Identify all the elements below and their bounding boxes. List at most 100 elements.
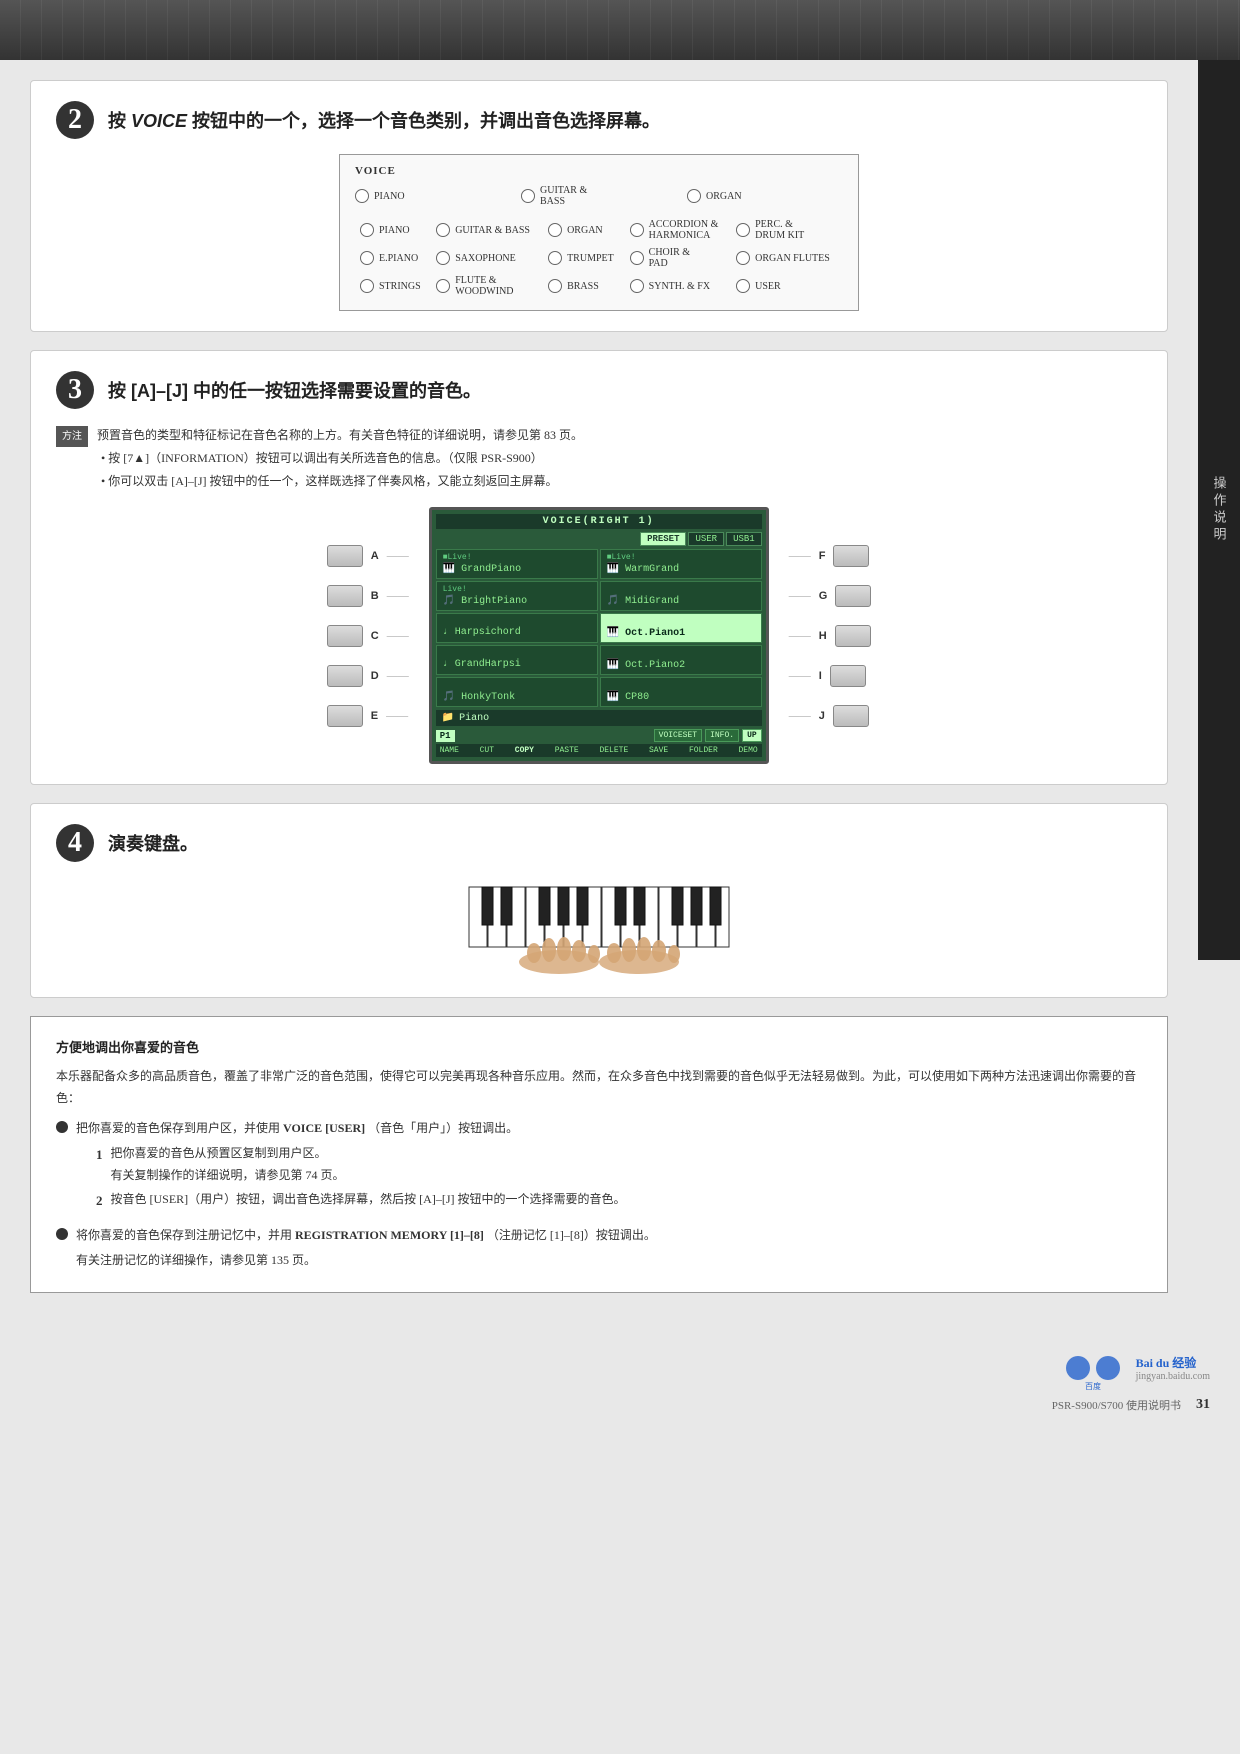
brass-btn[interactable] <box>548 279 562 293</box>
synth-fx-btn[interactable] <box>630 279 644 293</box>
voice-item-saxophone[interactable]: SAXOPHONE <box>436 251 538 265</box>
voice-midi-grand[interactable]: 🎵 MidiGrand <box>600 581 762 611</box>
menu-delete[interactable]: DELETE <box>599 746 628 755</box>
bullet-2-prefix: 将你喜爱的音色保存到注册记忆中，并用 <box>76 1228 295 1242</box>
voice-grand-piano[interactable]: ■Live! 🎹 GrandPiano <box>436 549 598 579</box>
voice-warm-grand[interactable]: ■Live! 🎹 WarmGrand <box>600 549 762 579</box>
bullet-1-suffix: （音色「用户」）按钮调出。 <box>368 1121 518 1135</box>
voice-item-strings[interactable]: STRINGS <box>360 279 426 293</box>
voice-item-organ-flutes[interactable]: ORGAN FLUTES <box>736 251 838 265</box>
menu-save[interactable]: SAVE <box>649 746 668 755</box>
note-text-3: • 你可以双击 [A]–[J] 按钮中的任一个，这样既选择了伴奏风格，又能立刻返… <box>101 474 558 488</box>
voice-item-synth-fx[interactable]: SYNTH. & FX <box>630 279 726 293</box>
voice-item-choir-pad[interactable]: CHOIR &PAD <box>630 247 726 269</box>
voice-item-organ2[interactable]: ORGAN <box>548 223 620 237</box>
voice-grand-harpsi[interactable]: ♩ GrandHarpsi <box>436 645 598 675</box>
organ-label: ORGAN <box>706 191 742 202</box>
bright-piano-name: 🎵 BrightPiano <box>443 596 527 607</box>
voice-item-piano[interactable]: PIANO <box>355 185 511 207</box>
guitar-btn[interactable] <box>436 223 450 237</box>
voice-item-piano2[interactable]: PIANO <box>360 223 426 237</box>
svg-text:百度: 百度 <box>1085 1381 1101 1391</box>
voice-item-accordion-harmonica[interactable]: ACCORDION &HARMONICA <box>630 219 726 241</box>
voice-item-user[interactable]: USER <box>736 279 838 293</box>
voice-honkytonk[interactable]: 🎵 HonkyTonk <box>436 677 598 707</box>
voice-item-epiano[interactable]: E.PIANO <box>360 251 426 265</box>
lcd-screen: VOICE(RIGHT 1) PRESET USER USB1 ■Live! 🎹… <box>429 507 769 764</box>
hw-btn-h[interactable] <box>835 625 871 647</box>
grand-harpsi-name: ♩ GrandHarpsi <box>443 659 521 670</box>
hw-btn-j[interactable] <box>833 705 869 727</box>
organ-flutes-btn[interactable] <box>736 251 750 265</box>
menu-copy[interactable]: COPY <box>515 746 534 755</box>
menu-name[interactable]: NAME <box>440 746 459 755</box>
guitar-bass-btn[interactable] <box>521 189 535 203</box>
hw-btn-g[interactable] <box>835 585 871 607</box>
voice-item-trumpet[interactable]: TRUMPET <box>548 251 620 265</box>
voice-item-perc-drum[interactable]: PERC. &DRUM KIT <box>736 219 838 241</box>
hw-btn-a[interactable] <box>327 545 363 567</box>
note-text-2: • 按 [7▲]（INFORMATION）按钮可以调出有关所选音色的信息。（仅限… <box>101 451 543 465</box>
voiceset-btn[interactable]: VOICESET <box>654 729 702 742</box>
choir-pad-btn[interactable] <box>630 251 644 265</box>
lcd-tabs: PRESET USER USB1 <box>436 532 762 546</box>
cp80-badge <box>607 681 755 690</box>
saxophone-btn[interactable] <box>436 251 450 265</box>
info-intro: 本乐器配备众多的高品质音色，覆盖了非常广泛的音色范围，使得它可以完美再现各种音乐… <box>56 1066 1142 1109</box>
info-btn[interactable]: INFO. <box>705 729 739 742</box>
strings-btn[interactable] <box>360 279 374 293</box>
piano2-btn[interactable] <box>360 223 374 237</box>
lcd-menu-row: NAME CUT COPY PASTE DELETE SAVE FOLDER D… <box>436 744 762 757</box>
hw-btn-b[interactable] <box>327 585 363 607</box>
voice-oct-piano1[interactable]: 🎹 Oct.Piano1 <box>600 613 762 643</box>
section-2-title: 按 VOICE 按钮中的一个，选择一个音色类别，并调出音色选择屏幕。 <box>108 111 660 131</box>
oct-piano2-badge <box>607 649 755 658</box>
keyboard-svg <box>459 877 739 977</box>
user-btn[interactable] <box>736 279 750 293</box>
epiano-btn[interactable] <box>360 251 374 265</box>
voice-item-flute-woodwind[interactable]: FLUTE &WOODWIND <box>436 275 538 297</box>
voice-item-guitar[interactable]: GUITAR & BASS <box>436 223 538 237</box>
sub-num-1: 1 <box>96 1143 103 1166</box>
up-btn[interactable]: UP <box>742 729 762 742</box>
voice-grid: PIANO GUITAR &BASS ORGAN <box>355 185 843 212</box>
voice-harpsichord[interactable]: ♩ Harpsichord <box>436 613 598 643</box>
tab-user[interactable]: USER <box>688 532 724 546</box>
voice-cp80[interactable]: 🎹 CP80 <box>600 677 762 707</box>
baidu-area: 百度 Bai du 经验 jingyan.baidu.com <box>1058 1343 1210 1393</box>
organ-btn[interactable] <box>687 189 701 203</box>
menu-cut[interactable]: CUT <box>480 746 494 755</box>
perc-drum-btn[interactable] <box>736 223 750 237</box>
voice-oct-piano2[interactable]: 🎹 Oct.Piano2 <box>600 645 762 675</box>
voice-bright-piano[interactable]: Live! 🎵 BrightPiano <box>436 581 598 611</box>
section-4-number: 4 <box>56 824 94 862</box>
piano2-label: PIANO <box>379 225 410 236</box>
voice-item-brass[interactable]: BRASS <box>548 279 620 293</box>
hw-btn-e[interactable] <box>327 705 363 727</box>
organ2-btn[interactable] <box>548 223 562 237</box>
flute-woodwind-btn[interactable] <box>436 279 450 293</box>
accordion-btn[interactable] <box>630 223 644 237</box>
btn-label-h: H <box>819 630 827 642</box>
tab-preset[interactable]: PRESET <box>640 532 686 546</box>
user-label: USER <box>755 281 781 292</box>
brass-label: BRASS <box>567 281 599 292</box>
sub-item-1: 1 把你喜爱的音色从预置区复制到用户区。 有关复制操作的详细说明，请参见第 74… <box>96 1143 626 1186</box>
btn-label-d: D <box>371 670 379 682</box>
section-3-notes: 方注 预置音色的类型和特征标记在音色名称的上方。有关音色特征的详细说明，请参见第… <box>56 424 1142 492</box>
bullet-2-suffix: （注册记忆 [1]–[8]）按钮调出。 <box>487 1228 656 1242</box>
trumpet-btn[interactable] <box>548 251 562 265</box>
hw-btn-c[interactable] <box>327 625 363 647</box>
menu-folder[interactable]: FOLDER <box>689 746 718 755</box>
menu-demo[interactable]: DEMO <box>738 746 757 755</box>
page-number: 31 <box>1196 1397 1210 1413</box>
tab-usb1[interactable]: USB1 <box>726 532 762 546</box>
voice-item-organ[interactable]: ORGAN <box>687 185 843 207</box>
bullet-1-content: 把你喜爱的音色保存到用户区，并使用 VOICE [USER] （音色「用户」）按… <box>76 1118 626 1213</box>
piano-btn[interactable] <box>355 189 369 203</box>
menu-paste[interactable]: PASTE <box>555 746 579 755</box>
voice-item-guitar-bass[interactable]: GUITAR &BASS <box>521 185 677 207</box>
hw-btn-d[interactable] <box>327 665 363 687</box>
hw-btn-i[interactable] <box>830 665 866 687</box>
hw-btn-f[interactable] <box>833 545 869 567</box>
